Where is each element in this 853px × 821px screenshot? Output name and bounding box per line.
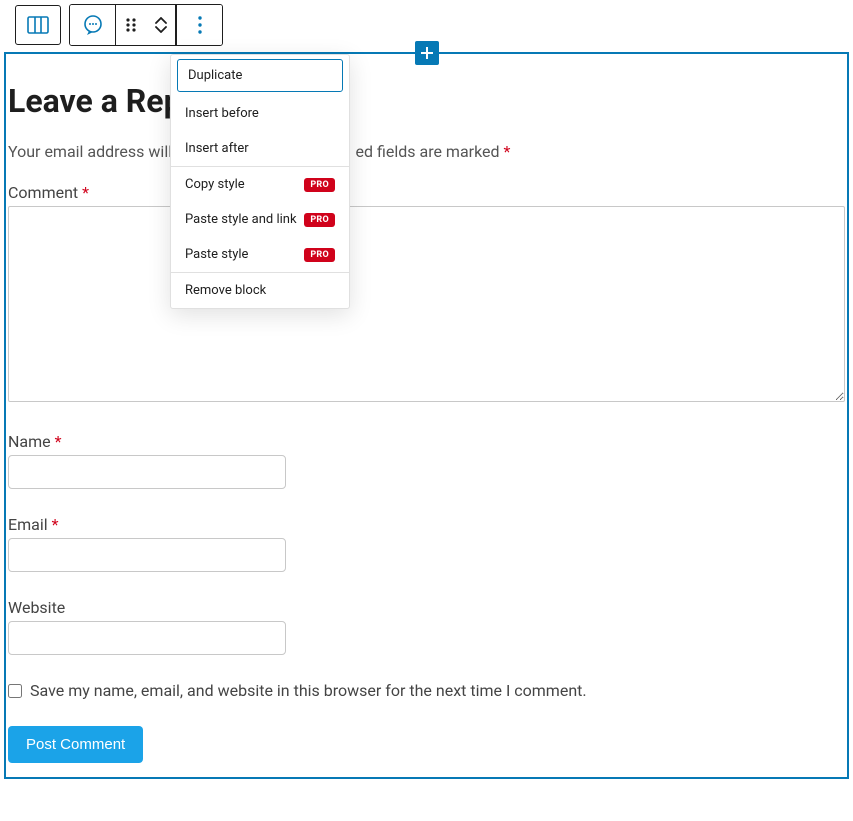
website-input[interactable] <box>8 621 286 655</box>
menu-remove-block[interactable]: Remove block <box>171 273 349 308</box>
website-label: Website <box>8 598 845 617</box>
menu-label: Paste style and link <box>185 212 297 227</box>
comment-icon[interactable] <box>70 5 116 45</box>
plus-icon <box>419 45 435 61</box>
drag-icon[interactable] <box>116 5 146 45</box>
chevron-down-icon[interactable] <box>155 25 167 33</box>
comment-textarea[interactable] <box>8 206 845 402</box>
add-block-button[interactable] <box>415 41 439 65</box>
move-up-down[interactable] <box>146 5 176 45</box>
toolbar-group <box>69 4 223 46</box>
block-options-menu: Duplicate Insert before Insert after Cop… <box>170 54 350 309</box>
name-label: Name * <box>8 432 845 451</box>
help-text: Your email address will not be published… <box>8 142 845 161</box>
menu-duplicate[interactable]: Duplicate <box>177 59 343 92</box>
menu-label: Paste style <box>185 247 248 262</box>
save-info-label: Save my name, email, and website in this… <box>30 681 587 700</box>
selected-block: Duplicate Insert before Insert after Cop… <box>4 52 849 779</box>
pro-badge: PRO <box>304 248 335 262</box>
columns-icon[interactable] <box>15 5 61 45</box>
more-options-icon[interactable] <box>176 5 222 45</box>
name-field: Name * <box>8 432 845 489</box>
comment-field: Comment * <box>8 183 845 406</box>
pro-badge: PRO <box>304 213 335 227</box>
menu-copy-style[interactable]: Copy style PRO <box>171 167 349 202</box>
menu-insert-after[interactable]: Insert after <box>171 131 349 166</box>
menu-paste-style[interactable]: Paste style PRO <box>171 237 349 272</box>
comment-label: Comment * <box>8 183 845 202</box>
website-field: Website <box>8 598 845 655</box>
menu-paste-style-link[interactable]: Paste style and link PRO <box>171 202 349 237</box>
block-toolbar <box>15 4 849 46</box>
save-info-checkbox-row: Save my name, email, and website in this… <box>8 681 845 700</box>
form-title: Leave a Reply <box>8 82 845 120</box>
email-input[interactable] <box>8 538 286 572</box>
name-input[interactable] <box>8 455 286 489</box>
pro-badge: PRO <box>304 178 335 192</box>
post-comment-button[interactable]: Post Comment <box>8 726 143 763</box>
menu-insert-before[interactable]: Insert before <box>171 96 349 131</box>
save-info-checkbox[interactable] <box>8 684 22 698</box>
email-field: Email * <box>8 515 845 572</box>
email-label: Email * <box>8 515 845 534</box>
menu-label: Copy style <box>185 177 245 192</box>
chevron-up-icon[interactable] <box>155 17 167 25</box>
comment-form-block: Leave a Reply Your email address will no… <box>6 54 847 777</box>
